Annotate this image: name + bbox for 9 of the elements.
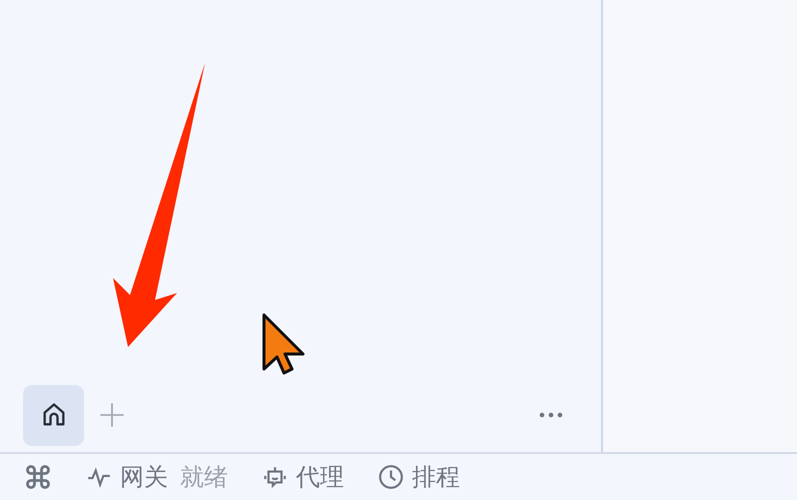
status-label: 排程 (412, 462, 460, 493)
more-icon (539, 411, 563, 419)
status-label: 网关 (120, 462, 168, 493)
clock-icon (378, 464, 404, 490)
command-icon (24, 463, 52, 491)
home-tab[interactable] (23, 384, 84, 446)
status-text: 就绪 (180, 462, 228, 493)
status-label: 代理 (296, 462, 344, 493)
cursor-icon (262, 314, 304, 374)
